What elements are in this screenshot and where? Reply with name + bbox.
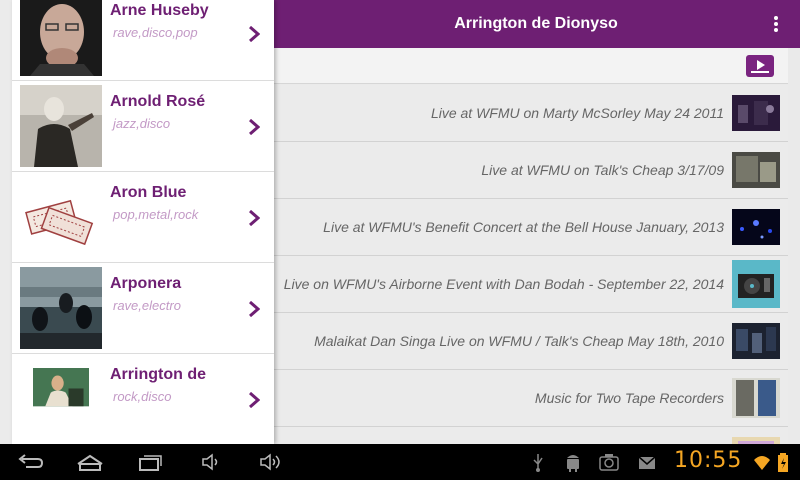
video-row[interactable]: Live at WFMU's Benefit Concert at the Be…: [270, 199, 788, 256]
video-title: Live at WFMU's Benefit Concert at the Be…: [323, 219, 724, 235]
video-play-icon[interactable]: [746, 55, 774, 77]
artist-genres: rave,electro: [113, 298, 181, 313]
artist-row[interactable]: Arponera rave,electro: [12, 263, 274, 354]
video-row[interactable]: Live on WFMU's Airborne Event with Dan B…: [270, 256, 788, 313]
battery-charging-icon: [778, 453, 788, 472]
artist-row[interactable]: Arrington de rock,disco: [12, 354, 274, 444]
usb-icon: [533, 454, 543, 472]
artist-photo: [20, 85, 102, 167]
camera-icon: [599, 454, 619, 471]
video-thumbnail: [732, 152, 780, 188]
video-list: Live at WFMU on Marty McSorley May 24 20…: [270, 85, 788, 480]
video-title: Malaikat Dan Singa Live on WFMU / Talk's…: [314, 333, 724, 349]
artist-row[interactable]: Arne Huseby rave,disco,pop: [12, 0, 274, 81]
android-debug-icon: [567, 455, 579, 472]
video-thumbnail: [732, 209, 780, 245]
video-row[interactable]: Live at WFMU on Talk's Cheap 3/17/09: [270, 142, 788, 199]
artist-genres: pop,metal,rock: [113, 207, 199, 222]
recent-apps-icon[interactable]: [136, 450, 164, 474]
artist-name: Aron Blue: [110, 184, 187, 201]
artist-photo: [20, 267, 102, 349]
chevron-right-icon: [249, 392, 260, 408]
video-title: Live on WFMU's Airborne Event with Dan B…: [283, 276, 724, 292]
video-row[interactable]: Live at WFMU on Marty McSorley May 24 20…: [270, 85, 788, 142]
app-bar: Arrington de Dionyso: [270, 0, 800, 48]
chevron-right-icon: [249, 119, 260, 135]
chevron-right-icon: [249, 210, 260, 226]
artist-name: Arrington de: [110, 366, 206, 383]
volume-down-icon[interactable]: [200, 450, 222, 474]
chevron-right-icon: [249, 26, 260, 42]
artist-row[interactable]: Aron Blue pop,metal,rock: [12, 172, 274, 263]
video-row[interactable]: Malaikat Dan Singa Live on WFMU / Talk's…: [270, 313, 788, 370]
artist-genres: rave,disco,pop: [113, 25, 198, 40]
artist-photo: [20, 176, 102, 258]
home-icon[interactable]: [74, 450, 106, 474]
artist-genres: rock,disco: [113, 389, 172, 404]
artist-drawer: Arne Huseby rave,disco,pop Arnold Rosé j…: [12, 0, 274, 444]
gmail-icon: [638, 456, 656, 469]
chevron-right-icon: [249, 301, 260, 317]
video-title: Music for Two Tape Recorders: [534, 390, 724, 406]
status-clock: 10:55: [674, 448, 743, 473]
app-screen: Arrington de Dionyso Live at WFMU on Mar…: [0, 0, 800, 480]
artist-name: Arne Huseby: [110, 2, 209, 19]
artist-photo: [20, 0, 102, 76]
video-thumbnail: [732, 95, 780, 131]
artist-row[interactable]: Arnold Rosé jazz,disco: [12, 81, 274, 172]
overflow-menu-icon[interactable]: [774, 16, 778, 32]
video-thumbnail: [732, 378, 780, 418]
artist-genres: jazz,disco: [113, 116, 171, 131]
video-row[interactable]: Music for Two Tape Recorders: [270, 370, 788, 427]
video-thumbnail: [732, 260, 780, 308]
volume-up-icon[interactable]: [258, 450, 284, 474]
wifi-icon: [754, 456, 770, 470]
app-bar-title: Arrington de Dionyso: [454, 15, 618, 32]
artist-name: Arponera: [110, 275, 182, 292]
video-thumbnail: [732, 323, 780, 359]
artist-detail-panel: Arrington de Dionyso Live at WFMU on Mar…: [270, 0, 800, 480]
video-title: Live at WFMU on Marty McSorley May 24 20…: [430, 105, 724, 121]
artist-name: Arnold Rosé: [110, 93, 206, 110]
system-nav-bar: 10:55: [0, 444, 800, 480]
back-icon[interactable]: [16, 450, 44, 474]
video-title: Live at WFMU on Talk's Cheap 3/17/09: [481, 162, 724, 178]
video-action-row: [270, 48, 788, 84]
artist-photo: [33, 368, 89, 407]
